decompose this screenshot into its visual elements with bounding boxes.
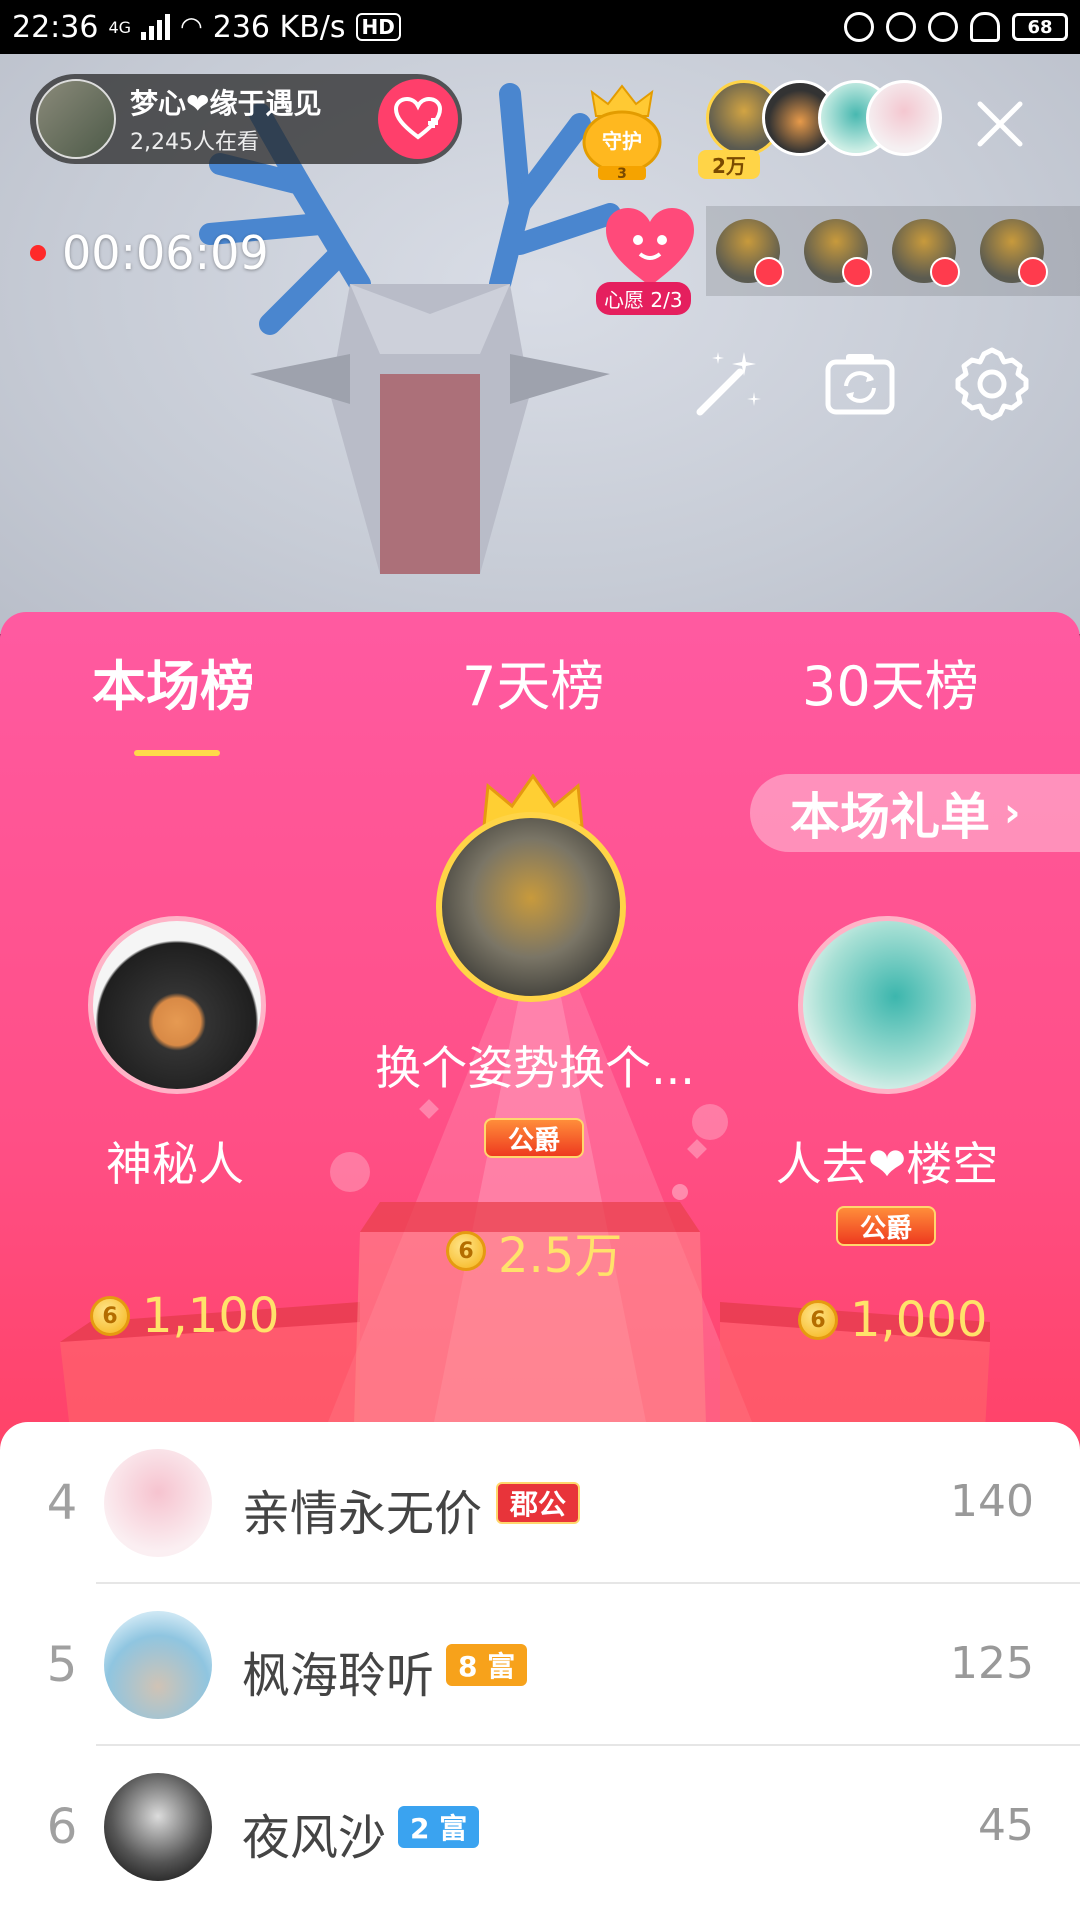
live-video[interactable]: 梦心❤缘于遇见 2,245人在看 守护 3 2万 00:06:09 心愿 2/3 bbox=[0, 54, 1080, 634]
mute-bell-icon bbox=[844, 12, 874, 42]
gift-badge-icon bbox=[754, 257, 784, 287]
status-bar: 22:36 4G ◠ 236 KB/s HD 68 bbox=[0, 0, 1080, 54]
coin-icon: 6 bbox=[446, 1231, 486, 1271]
row-rank: 4 bbox=[46, 1475, 78, 1531]
alarm-icon bbox=[928, 12, 958, 42]
rank-3-score: 6 1,000 bbox=[798, 1292, 987, 1348]
follow-heart-button[interactable] bbox=[378, 79, 458, 159]
rank-3-score-value: 1,000 bbox=[850, 1292, 988, 1348]
list-item[interactable]: 6 夜风沙 2 富 45 bbox=[0, 1746, 1080, 1908]
rank-2-score-value: 1,100 bbox=[142, 1288, 280, 1344]
coin-icon: 6 bbox=[90, 1296, 130, 1336]
row-avatar[interactable] bbox=[104, 1773, 212, 1881]
row-rank: 5 bbox=[46, 1637, 78, 1693]
ranking-list[interactable]: 4 亲情永无价 郡公 140 5 枫海聆听 8 富 125 6 夜风沙 2 富 … bbox=[0, 1422, 1080, 1920]
rank-1-score: 6 2.5万 bbox=[446, 1216, 622, 1286]
tab-30-days[interactable]: 30天榜 bbox=[802, 642, 979, 721]
hd-icon: HD bbox=[355, 13, 401, 41]
row-title-badge: 郡公 bbox=[496, 1482, 581, 1524]
live-timer: 00:06:09 bbox=[30, 226, 269, 280]
contributor-avatar[interactable] bbox=[892, 219, 960, 287]
contributor-avatar[interactable] bbox=[804, 219, 872, 287]
recording-dot-icon bbox=[30, 245, 46, 261]
settings-gear-icon[interactable] bbox=[952, 344, 1032, 424]
tab-this-session[interactable]: 本场榜 bbox=[92, 642, 254, 721]
rank-1-avatar[interactable] bbox=[436, 812, 626, 1002]
guard-badge-icon[interactable]: 守护 3 bbox=[578, 82, 666, 182]
row-score: 125 bbox=[950, 1638, 1034, 1689]
guard-label: 守护 bbox=[602, 129, 642, 153]
row-avatar[interactable] bbox=[104, 1611, 212, 1719]
row-name[interactable]: 亲情永无价 bbox=[242, 1474, 482, 1544]
rank-1-score-value: 2.5万 bbox=[498, 1228, 623, 1284]
top-viewers[interactable]: 2万 bbox=[698, 80, 942, 190]
ranking-tabs: 本场榜 7天榜 30天榜 bbox=[0, 642, 1080, 756]
active-tab-indicator bbox=[134, 750, 220, 756]
chevron-right-icon: › bbox=[1004, 790, 1021, 836]
network-type: 4G bbox=[108, 17, 132, 37]
rank-3-title-badge: 公爵 bbox=[836, 1206, 936, 1246]
row-score: 140 bbox=[950, 1476, 1034, 1527]
list-item[interactable]: 5 枫海聆听 8 富 125 bbox=[0, 1584, 1080, 1746]
gift-badge-icon bbox=[930, 257, 960, 287]
rank-1-name[interactable]: 换个姿势换个... bbox=[340, 1032, 730, 1098]
switch-camera-icon[interactable] bbox=[820, 344, 900, 424]
row-score: 45 bbox=[978, 1800, 1034, 1851]
contributor-avatar[interactable] bbox=[980, 219, 1048, 287]
gift-list-button[interactable]: 本场礼单 › bbox=[750, 774, 1080, 852]
timer-text: 00:06:09 bbox=[62, 226, 269, 280]
magic-wand-icon[interactable] bbox=[688, 344, 768, 424]
guard-count: 3 bbox=[617, 166, 627, 182]
rank-2-avatar[interactable] bbox=[88, 916, 266, 1094]
row-wealth-badge: 2 富 bbox=[398, 1806, 480, 1848]
battery-icon: 68 bbox=[1012, 13, 1068, 41]
close-icon[interactable] bbox=[970, 94, 1030, 154]
gift-contributors[interactable] bbox=[706, 206, 1080, 296]
row-name[interactable]: 枫海聆听 bbox=[242, 1636, 434, 1706]
network-speed: 236 KB/s bbox=[212, 9, 346, 45]
row-rank: 6 bbox=[46, 1799, 78, 1855]
tab-7-days[interactable]: 7天榜 bbox=[462, 642, 604, 721]
headphones-icon bbox=[970, 12, 1000, 42]
top-viewer-value: 2万 bbox=[698, 150, 760, 179]
gift-list-label: 本场礼单 bbox=[790, 788, 990, 846]
anchor-name: 梦心❤缘于遇见 bbox=[130, 87, 322, 120]
wish-heart-icon bbox=[606, 208, 694, 286]
rank-3-name[interactable]: 人去❤楼空 bbox=[746, 1128, 1028, 1194]
lock-icon bbox=[886, 12, 916, 42]
battery-level: 68 bbox=[1027, 16, 1053, 38]
viewer-count: 2,245人在看 bbox=[130, 130, 259, 155]
anchor-info[interactable]: 梦心❤缘于遇见 2,245人在看 bbox=[30, 74, 462, 164]
rank-3-avatar[interactable] bbox=[798, 916, 976, 1094]
row-wealth-badge: 8 富 bbox=[446, 1644, 528, 1686]
top-viewer-avatar[interactable] bbox=[866, 80, 942, 156]
row-avatar[interactable] bbox=[104, 1449, 212, 1557]
wish-widget[interactable]: 心愿 2/3 bbox=[596, 204, 704, 315]
rank-1-title-badge: 公爵 bbox=[484, 1118, 584, 1158]
rank-2-score: 6 1,100 bbox=[90, 1288, 279, 1344]
rank-2-name[interactable]: 神秘人 bbox=[40, 1128, 310, 1194]
list-item[interactable]: 4 亲情永无价 郡公 140 bbox=[0, 1422, 1080, 1584]
contributor-avatar[interactable] bbox=[716, 219, 784, 287]
status-time: 22:36 bbox=[12, 9, 99, 45]
coin-icon: 6 bbox=[798, 1300, 838, 1340]
signal-icon bbox=[141, 14, 171, 40]
heart-plus-icon bbox=[394, 97, 442, 140]
row-name[interactable]: 夜风沙 bbox=[242, 1798, 386, 1868]
gift-badge-icon bbox=[1018, 257, 1048, 287]
anchor-avatar[interactable] bbox=[36, 79, 116, 159]
wifi-icon: ◠ bbox=[180, 12, 203, 42]
gift-badge-icon bbox=[842, 257, 872, 287]
wish-progress: 心愿 2/3 bbox=[596, 282, 691, 315]
